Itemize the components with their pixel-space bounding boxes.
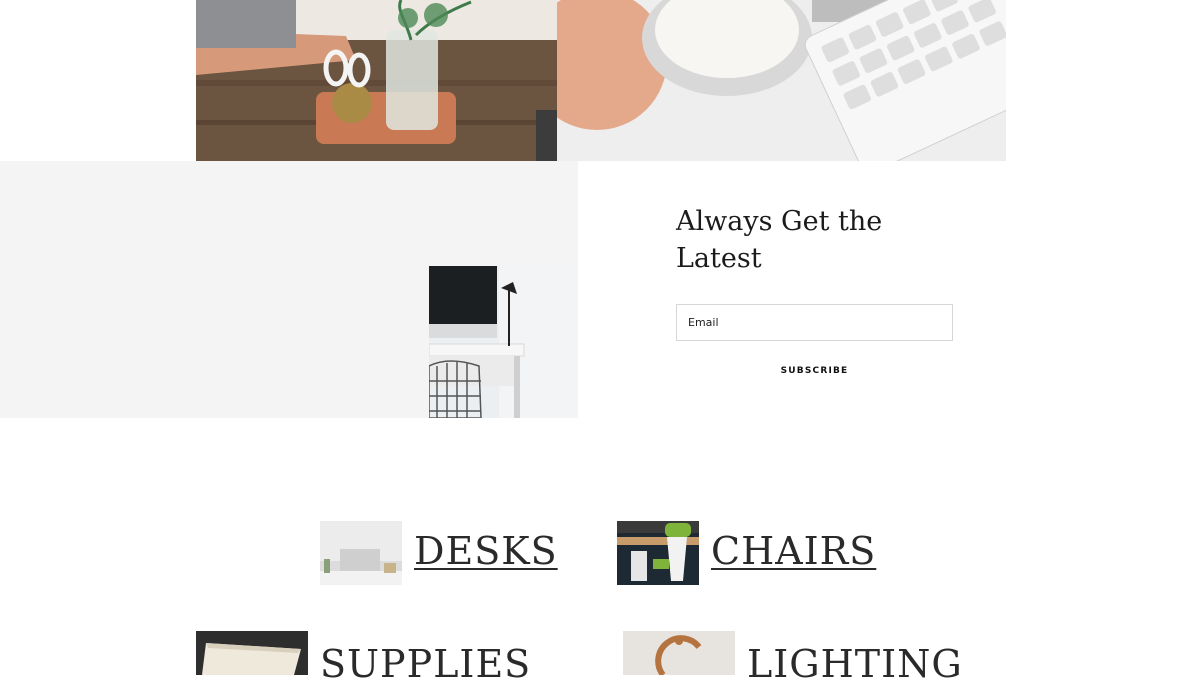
category-link-desks[interactable]: DESKS — [414, 529, 558, 573]
category-link-lighting[interactable]: LIGHTING — [747, 642, 963, 686]
hero-image-candle-keyboard — [557, 0, 1006, 161]
desk-monitor-illustration — [429, 266, 578, 418]
category-thumb-chairs[interactable] — [617, 521, 699, 585]
hero-image-desk-plant — [196, 0, 557, 161]
category-link-chairs[interactable]: CHAIRS — [711, 529, 876, 573]
category-thumb-lighting[interactable] — [623, 631, 735, 675]
email-field[interactable] — [676, 304, 953, 341]
hero-candle-illustration — [557, 0, 1006, 161]
category-thumb-supplies[interactable] — [196, 631, 308, 675]
supplies-thumbnail-image — [196, 631, 308, 675]
desks-thumbnail-image — [320, 521, 402, 585]
hero-desk-illustration — [196, 0, 557, 161]
newsletter-title-line-1: Always Get the — [676, 206, 883, 237]
category-thumb-desks[interactable] — [320, 521, 402, 585]
newsletter-title: Always Get the Latest — [676, 203, 966, 277]
category-link-supplies[interactable]: SUPPLIES — [320, 642, 531, 686]
subscribe-button[interactable]: SUBSCRIBE — [676, 362, 953, 380]
newsletter-desk-photo — [429, 266, 578, 418]
lighting-thumbnail-image — [623, 631, 735, 675]
newsletter-title-line-2: Latest — [676, 243, 762, 274]
chairs-thumbnail-image — [617, 521, 699, 585]
